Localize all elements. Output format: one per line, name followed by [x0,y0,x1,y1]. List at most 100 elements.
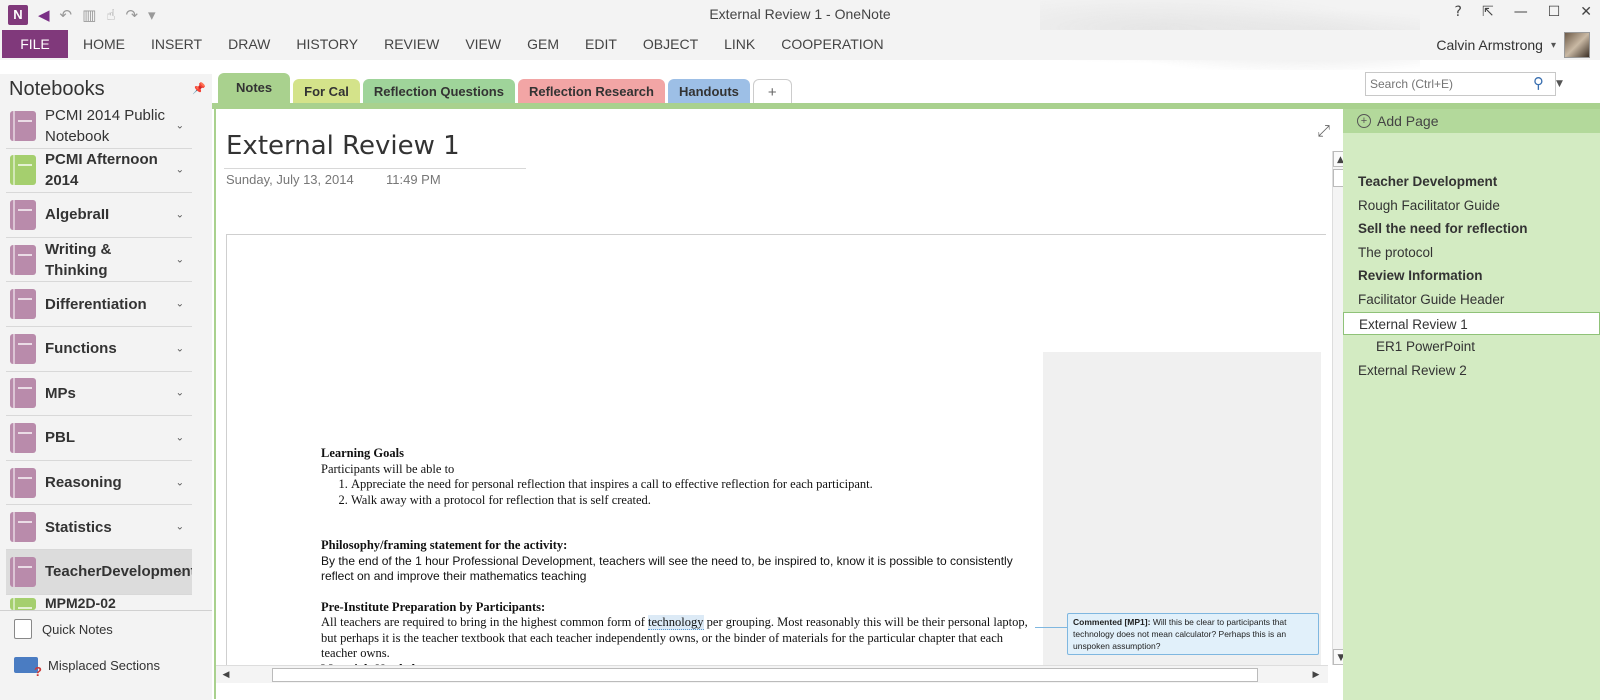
chevron-down-icon[interactable]: ⌄ [176,299,184,310]
chevron-down-icon[interactable]: ⌄ [176,388,184,399]
notebook-label: PCMI 2014 Public Notebook [45,106,166,145]
notebook-icon [10,422,36,453]
help-icon[interactable]: ? [1455,4,1462,20]
chevron-down-icon[interactable]: ⌄ [176,254,184,265]
chevron-down-icon[interactable]: ⌄ [176,477,184,488]
chevron-down-icon[interactable]: ⌄ [176,165,184,176]
page-item[interactable]: Teacher Development [1343,170,1600,194]
notebook-item-partial[interactable]: MPM2D-02 [6,596,192,610]
search-icon[interactable]: ⚲ [1533,74,1544,92]
notebook-icon [10,289,36,320]
embedded-document: Learning Goals Participants will be able… [226,234,1326,674]
minimize-icon[interactable]: — [1514,4,1528,20]
page-item[interactable]: External Review 2 [1343,359,1600,383]
chevron-down-icon[interactable]: ⌄ [176,432,184,443]
page-list-pane: + Add Page Teacher Development Rough Faci… [1343,109,1600,700]
chevron-down-icon[interactable]: ⌄ [176,120,184,131]
window-title: External Review 1 - OneNote [709,6,891,22]
page-item[interactable]: Facilitator Guide Header [1343,288,1600,312]
notebook-pane: Notebooks 📌 PCMI 2014 Public Notebook ⌄ PC… [0,74,212,700]
quick-notes-button[interactable]: Quick Notes [0,611,212,647]
tab-draw[interactable]: DRAW [215,30,283,58]
scroll-right-icon[interactable]: ▶ [1308,667,1324,683]
page-date: Sunday, July 13, 2014 [226,172,354,187]
close-icon[interactable]: ✕ [1580,4,1592,20]
document-text: Learning Goals Participants will be able… [321,446,1033,674]
notebook-item[interactable]: PCMI Afternoon 2014 ⌄ [6,149,192,194]
add-page-button[interactable]: + Add Page [1343,109,1600,133]
tab-object[interactable]: OBJECT [630,30,711,58]
learning-goals-heading: Learning Goals [321,446,404,460]
pin-icon[interactable]: 📌 [192,82,206,95]
subpage-item[interactable]: ER1 PowerPoint [1343,335,1600,359]
notebook-item[interactable]: PBL ⌄ [6,416,192,461]
notebook-icon [10,199,36,230]
notebook-icon [10,512,36,543]
user-account[interactable]: Calvin Armstrong ▾ [1436,32,1590,58]
chevron-down-icon[interactable]: ▼ [1556,79,1563,89]
chevron-down-icon[interactable]: ⌄ [176,522,184,533]
section-tab[interactable]: Reflection Questions [362,79,515,105]
misplaced-sections-button[interactable]: ? Misplaced Sections [0,647,212,683]
add-page-label: Add Page [1377,113,1439,129]
tab-insert[interactable]: INSERT [138,30,215,58]
notebook-label: MPM2D-02 [45,596,116,610]
tab-link[interactable]: LINK [711,30,768,58]
section-tab[interactable]: Notes [218,73,291,105]
notebooks-header: Notebooks [9,78,105,100]
notebook-item[interactable]: AlgebraII ⌄ [6,193,192,238]
page-title[interactable]: External Review 1 [226,131,460,161]
misplaced-sections-icon: ? [14,657,42,679]
notebook-label: TeacherDevelopment [45,563,192,581]
notebook-label: PBL [45,429,75,447]
notebook-icon [10,378,36,409]
tab-history[interactable]: HISTORY [283,30,371,58]
notebook-item[interactable]: Reasoning ⌄ [6,461,192,506]
section-tabs: Notes For Cal Reflection Questions Reflecti… [218,73,792,105]
full-page-view-icon[interactable]: ⤢ [1317,121,1330,141]
notebook-label: Differentiation [45,295,147,313]
section-tab[interactable]: Handouts [667,79,750,105]
page-item[interactable]: Review Information [1343,264,1600,288]
horizontal-scrollbar[interactable]: ◀ ▶ [216,665,1328,683]
notebook-item[interactable]: MPs ⌄ [6,372,192,417]
notebook-icon [10,467,36,498]
comment-balloon: Commented [MP1]: Will this be clear to p… [1067,613,1319,655]
section-tab[interactable]: Reflection Research [517,79,665,105]
tab-review[interactable]: REVIEW [371,30,452,58]
page-item[interactable]: Sell the need for reflection [1343,217,1600,241]
chevron-down-icon[interactable]: ⌄ [176,209,184,220]
ribbon-display-icon[interactable]: ⇱ [1482,4,1494,20]
scrollbar-thumb[interactable] [272,668,1258,682]
maximize-icon[interactable]: ☐ [1548,4,1561,20]
add-section-button[interactable]: + [752,79,792,105]
notebook-item[interactable]: Differentiation ⌄ [6,282,192,327]
notebook-item[interactable]: Writing & Thinking ⌄ [6,238,192,283]
learning-goals-intro: Participants will be able to [321,461,455,476]
notebook-icon [10,244,36,275]
highlighted-word: technology [647,615,704,630]
page-item[interactable]: The protocol [1343,241,1600,265]
scroll-left-icon[interactable]: ◀ [218,667,234,683]
notebook-list: PCMI 2014 Public Notebook ⌄ PCMI Afternoon… [6,104,192,610]
page-item[interactable]: External Review 1 [1343,311,1600,336]
tab-edit[interactable]: EDIT [572,30,630,58]
tab-view[interactable]: VIEW [452,30,514,58]
chevron-down-icon[interactable]: ⌄ [176,343,184,354]
notebook-item[interactable]: PCMI 2014 Public Notebook ⌄ [6,104,192,149]
tab-home[interactable]: HOME [70,30,138,58]
chevron-down-icon[interactable]: ⌄ [176,566,184,577]
notebook-label: MPs [45,384,76,402]
notebook-item[interactable]: Statistics ⌄ [6,505,192,550]
notebook-item[interactable]: Functions ⌄ [6,327,192,372]
tab-gem[interactable]: GEM [514,30,572,58]
notebook-label: Functions [45,340,117,358]
section-tab[interactable]: For Cal [293,79,360,105]
page-canvas[interactable]: External Review 1 Sunday, July 13, 2014 … [214,109,1349,699]
search-input[interactable] [1365,72,1556,96]
philosophy-text: By the end of the 1 hour Professional De… [321,553,1013,584]
file-tab[interactable]: FILE [2,30,68,58]
notebook-item[interactable]: TeacherDevelopment ⌄ [6,549,192,595]
tab-cooperation[interactable]: COOPERATION [768,30,896,58]
page-item[interactable]: Rough Facilitator Guide [1343,194,1600,218]
